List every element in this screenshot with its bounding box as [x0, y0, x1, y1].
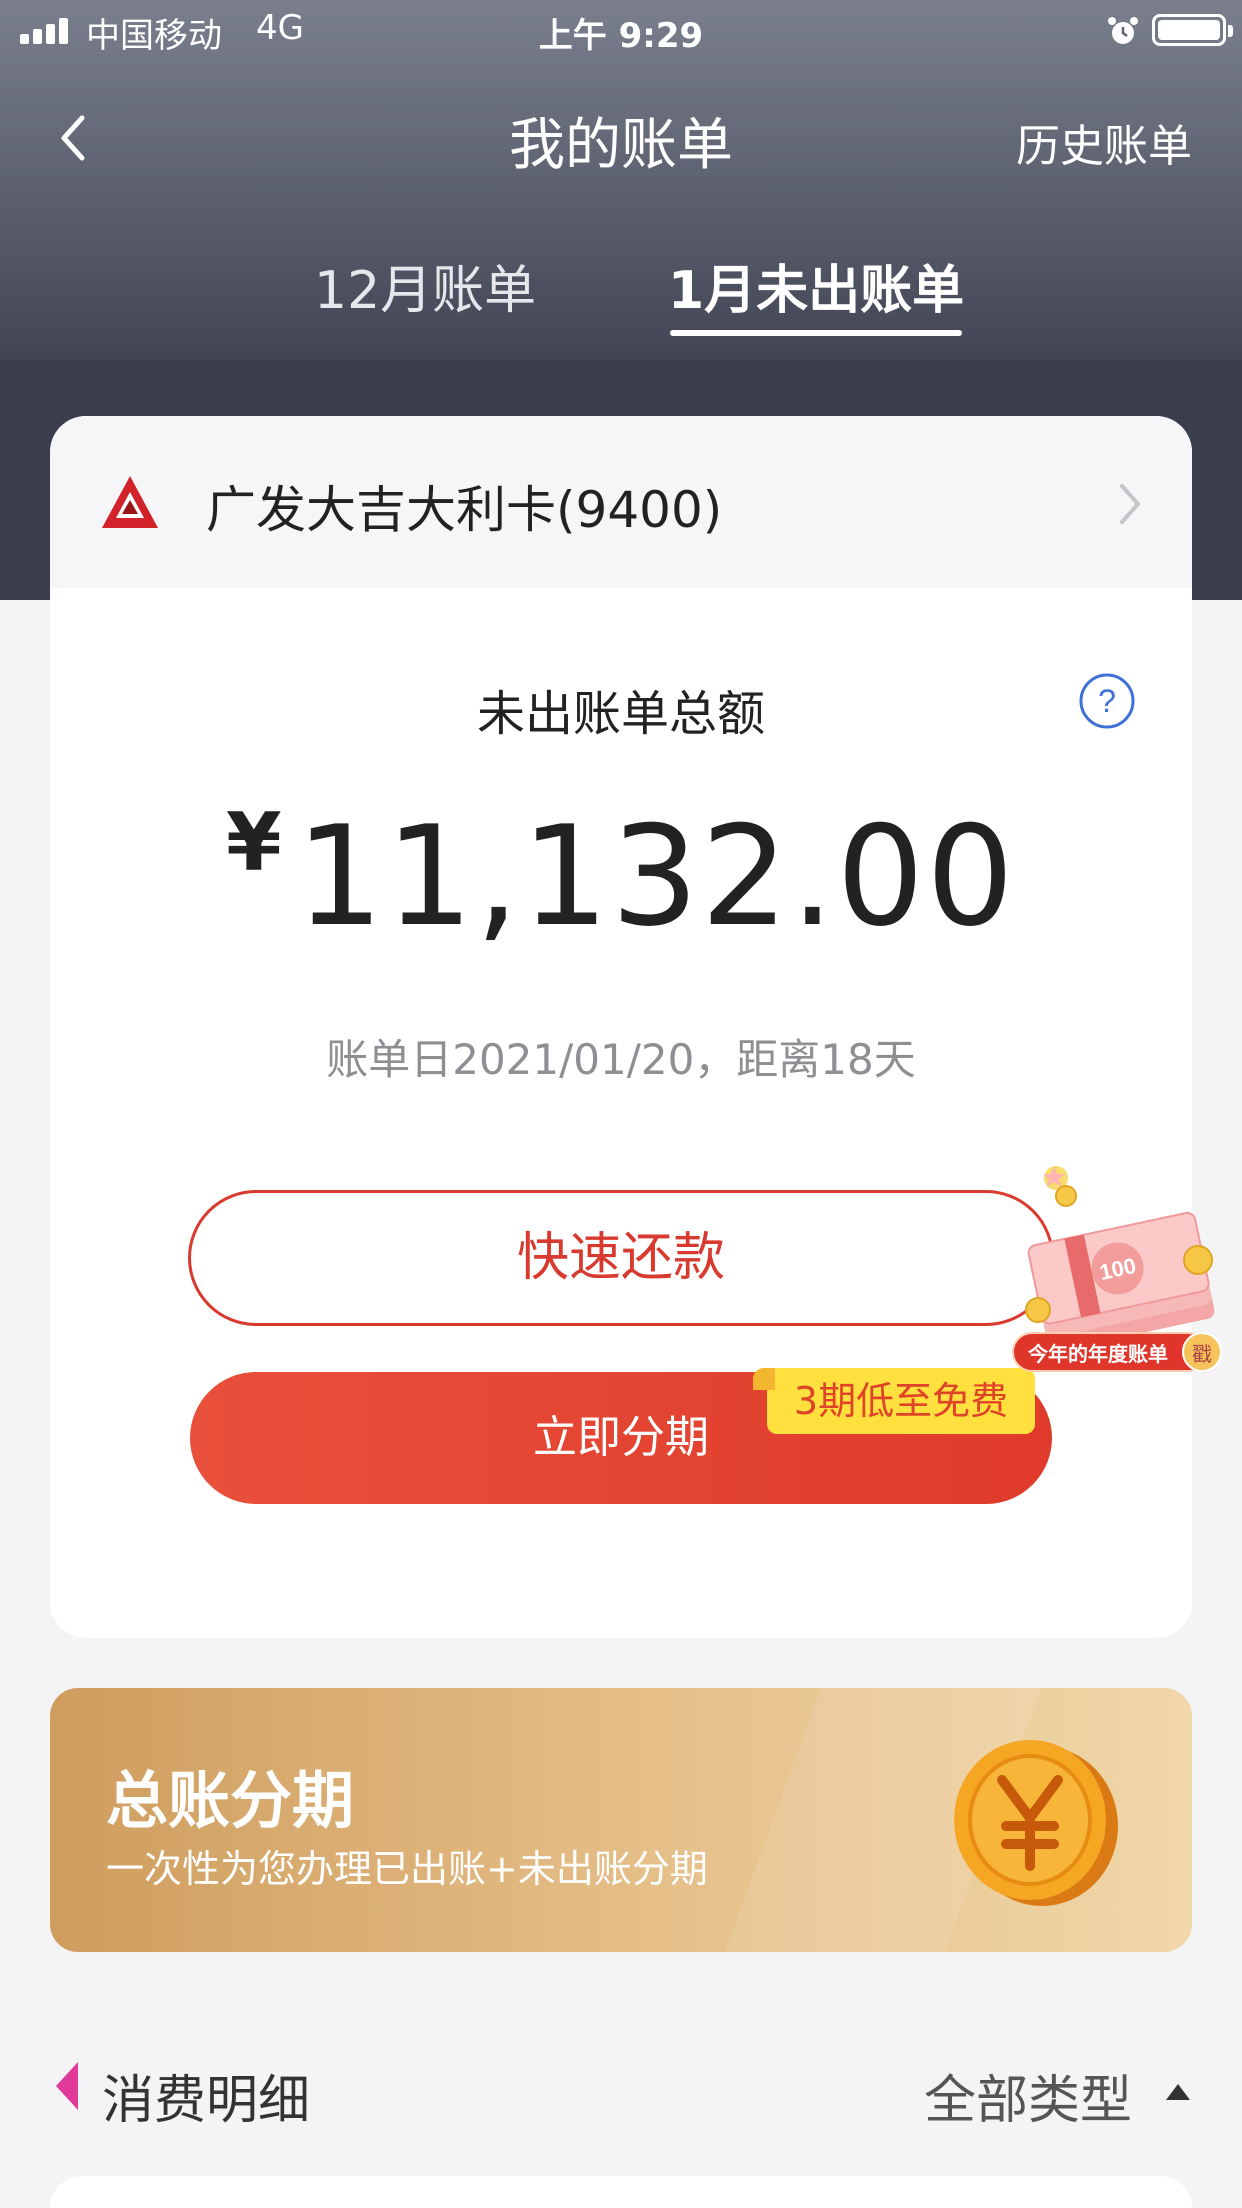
- tab-december-bill[interactable]: 12月账单: [314, 248, 536, 323]
- card-selector[interactable]: 广发大吉大利卡(9400): [50, 416, 1192, 588]
- status-time: 上午 9:29: [538, 16, 704, 56]
- annual-bill-widget[interactable]: 100 今年的年度账单 戳: [1010, 1160, 1230, 1380]
- bill-date-info: 账单日2021/01/20，距离18天: [326, 1035, 916, 1084]
- status-bar: 中国移动 4G 上午 9:29: [0, 0, 1242, 60]
- unbilled-total-label: 未出账单总额: [476, 686, 765, 742]
- type-filter-dropdown[interactable]: 全部类型: [924, 2058, 1132, 2133]
- money-stack-icon: 100: [1025, 1166, 1215, 1351]
- svg-text:?: ?: [1098, 683, 1116, 719]
- help-icon[interactable]: ?: [1078, 672, 1136, 730]
- annual-bill-stamp: 戳: [1182, 1332, 1222, 1372]
- details-list-card: [50, 2176, 1192, 2208]
- total-installment-banner[interactable]: 总账分期 一次性为您办理已出账+未出账分期: [50, 1688, 1192, 1952]
- bill-card: 广发大吉大利卡(9400) 未出账单总额 ? ¥11,132.00 账单日202…: [50, 416, 1192, 1638]
- annual-bill-label: 今年的年度账单: [1012, 1332, 1208, 1372]
- caret-up-icon[interactable]: [1166, 2084, 1190, 2100]
- battery-icon: [1152, 14, 1233, 46]
- alarm-icon: [1108, 17, 1138, 44]
- yuan-coin-icon: [954, 1740, 1118, 1906]
- screen: 中国移动 4G 上午 9:29 我的账单 历史账单 12月账单 1月未出账单 广…: [0, 0, 1242, 2208]
- banner-title: 总账分期: [106, 1764, 355, 1837]
- section-marker-icon: [56, 2062, 78, 2110]
- chevron-right-icon: [1120, 484, 1141, 524]
- bank-logo-icon: [102, 476, 158, 528]
- banner-subtitle: 一次性为您办理已出账+未出账分期: [106, 1847, 708, 1891]
- card-name: 广发大吉大利卡(9400): [206, 481, 723, 539]
- consumption-details-title: 消费明细: [102, 2071, 311, 2131]
- quick-repay-button[interactable]: 快速还款: [188, 1190, 1054, 1326]
- bill-tabs: 12月账单 1月未出账单: [0, 248, 1242, 348]
- installment-promo-tag: 3期低至免费: [753, 1368, 1035, 1434]
- history-bills-link[interactable]: 历史账单: [1016, 110, 1192, 174]
- tab-january-unbilled[interactable]: 1月未出账单: [668, 248, 964, 323]
- amount-row: ¥11,132.00: [50, 796, 1192, 957]
- active-tab-indicator: [670, 330, 962, 336]
- currency-symbol: ¥: [225, 796, 282, 889]
- unbilled-amount: 11,132.00: [295, 796, 1016, 957]
